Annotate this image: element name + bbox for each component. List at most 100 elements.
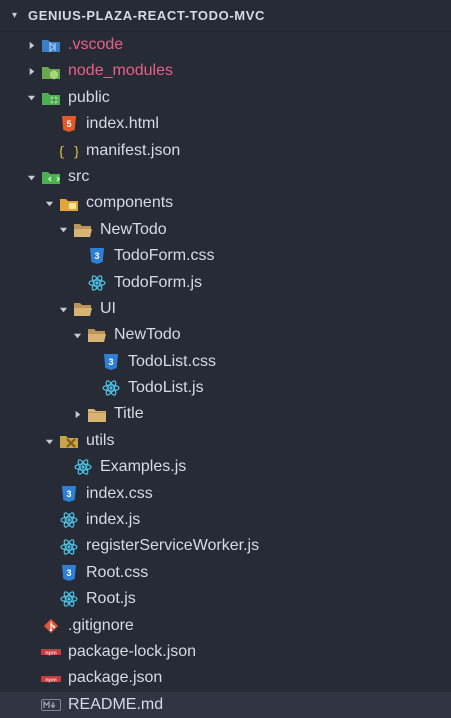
git-file-icon	[40, 617, 62, 635]
svg-text:3: 3	[66, 568, 71, 578]
tree-item-label: README.md	[68, 695, 164, 713]
svg-text:npm: npm	[45, 650, 57, 656]
tree-item-label: TodoList.css	[128, 352, 217, 370]
tree-item-label: index.html	[86, 115, 159, 133]
tree-item-root-css[interactable]: 3 Root.css	[0, 560, 451, 586]
tree-item-label: TodoForm.js	[114, 273, 203, 291]
react-file-icon	[86, 274, 108, 292]
tree-item-label: public	[68, 88, 110, 106]
svg-text:npm: npm	[45, 677, 57, 683]
tree-item-root-js[interactable]: Root.js	[0, 586, 451, 612]
json-file-icon: { }	[58, 142, 80, 160]
file-explorer: ▾ GENIUS-PLAZA-REACT-TODO-MVC .vscode no…	[0, 0, 451, 718]
svg-text:3: 3	[66, 489, 71, 499]
react-file-icon	[58, 511, 80, 529]
html-file-icon: 5	[58, 115, 80, 133]
tree-item-label: package.json	[68, 669, 163, 687]
tree-item-utils-folder[interactable]: utils	[0, 428, 451, 454]
chevron-down-icon[interactable]	[68, 331, 86, 340]
tree-item-src-folder[interactable]: src	[0, 164, 451, 190]
tree-item-ui-folder[interactable]: UI	[0, 296, 451, 322]
tree-item-label: Root.css	[86, 563, 149, 581]
css-file-icon: 3	[58, 564, 80, 582]
svg-text:5: 5	[66, 119, 71, 129]
css-file-icon: 3	[58, 485, 80, 503]
tree-item-index-js[interactable]: index.js	[0, 507, 451, 533]
css-file-icon: 3	[86, 247, 108, 265]
react-file-icon	[58, 590, 80, 608]
chevron-right-icon[interactable]	[22, 41, 40, 50]
css-file-icon: 3	[100, 353, 122, 371]
explorer-root-header[interactable]: ▾ GENIUS-PLAZA-REACT-TODO-MVC	[0, 0, 451, 32]
tree-item-todoform-js[interactable]: TodoForm.js	[0, 270, 451, 296]
tree-item-index-html[interactable]: 5 index.html	[0, 111, 451, 137]
tree-item-label: Root.js	[86, 590, 136, 608]
tree-item-todolist-css[interactable]: 3 TodoList.css	[0, 349, 451, 375]
tree-item-manifest-json[interactable]: { } manifest.json	[0, 138, 451, 164]
tree-item-label: Examples.js	[100, 458, 187, 476]
project-root-label: GENIUS-PLAZA-REACT-TODO-MVC	[28, 8, 265, 23]
npm-file-icon: npm	[40, 643, 62, 661]
tree-item-todoform-css[interactable]: 3 TodoForm.css	[0, 243, 451, 269]
chevron-down-icon[interactable]: ▾	[12, 0, 22, 32]
react-file-icon	[72, 458, 94, 476]
tree-item-label: NewTodo	[114, 326, 181, 344]
components-folder-icon	[58, 195, 80, 213]
tree-item-vscode-folder[interactable]: .vscode	[0, 32, 451, 58]
tree-item-label: index.js	[86, 511, 141, 529]
markdown-file-icon	[40, 696, 62, 714]
node-folder-icon	[40, 63, 62, 81]
vscode-folder-icon	[40, 36, 62, 54]
tree-item-label: components	[86, 194, 174, 212]
tree-item-label: .vscode	[68, 36, 124, 53]
tree-item-components-folder[interactable]: components	[0, 190, 451, 216]
chevron-right-icon[interactable]	[22, 67, 40, 76]
tree-item-public-folder[interactable]: public	[0, 85, 451, 111]
tree-item-label: UI	[100, 299, 116, 317]
tree-item-label: TodoForm.css	[114, 247, 215, 265]
svg-text:3: 3	[94, 251, 99, 261]
tree-item-label: index.css	[86, 484, 153, 502]
chevron-down-icon[interactable]	[54, 225, 72, 234]
tree-item-examples-js[interactable]: Examples.js	[0, 454, 451, 480]
chevron-down-icon[interactable]	[22, 173, 40, 182]
folder-closed-icon	[86, 406, 108, 424]
folder-open-icon	[72, 221, 94, 239]
folder-open-icon	[72, 300, 94, 318]
tree-item-ui-newtodo-folder[interactable]: NewTodo	[0, 322, 451, 348]
tree-item-readme-md[interactable]: README.md	[0, 691, 451, 718]
tree-item-package-lock-json[interactable]: npm package-lock.json	[0, 639, 451, 665]
src-folder-icon	[40, 168, 62, 186]
tree-item-label: TodoList.js	[128, 379, 204, 397]
folder-open-icon	[86, 326, 108, 344]
svg-text:3: 3	[108, 357, 113, 367]
tree-item-newtodo-folder[interactable]: NewTodo	[0, 217, 451, 243]
tree-item-label: node_modules	[68, 62, 173, 80]
chevron-down-icon[interactable]	[22, 93, 40, 102]
tree-item-index-css[interactable]: 3 index.css	[0, 481, 451, 507]
utils-folder-icon	[58, 432, 80, 450]
chevron-down-icon[interactable]	[40, 199, 58, 208]
react-file-icon	[100, 379, 122, 397]
tree-item-package-json[interactable]: npm package.json	[0, 665, 451, 691]
tree-item-label: .gitignore	[68, 616, 134, 634]
chevron-down-icon[interactable]	[54, 305, 72, 314]
chevron-right-icon[interactable]	[68, 410, 86, 419]
tree-item-label: package-lock.json	[68, 642, 197, 660]
tree-item-label: manifest.json	[86, 141, 181, 159]
tree-item-label: Title	[114, 405, 144, 423]
public-folder-icon	[40, 89, 62, 107]
tree-item-todolist-js[interactable]: TodoList.js	[0, 375, 451, 401]
tree-item-label: src	[68, 167, 90, 185]
tree-item-label: NewTodo	[100, 220, 167, 238]
tree-item-label: utils	[86, 431, 115, 449]
react-file-icon	[58, 538, 80, 556]
chevron-down-icon[interactable]	[40, 437, 58, 446]
npm-file-icon: npm	[40, 670, 62, 688]
tree-item-node-modules-folder[interactable]: node_modules	[0, 58, 451, 84]
tree-item-gitignore[interactable]: .gitignore	[0, 613, 451, 639]
tree-item-label: registerServiceWorker.js	[86, 537, 260, 555]
file-tree: .vscode node_modules public 5 index.html	[0, 32, 451, 718]
tree-item-title-folder[interactable]: Title	[0, 401, 451, 427]
tree-item-registerserviceworker-js[interactable]: registerServiceWorker.js	[0, 533, 451, 559]
